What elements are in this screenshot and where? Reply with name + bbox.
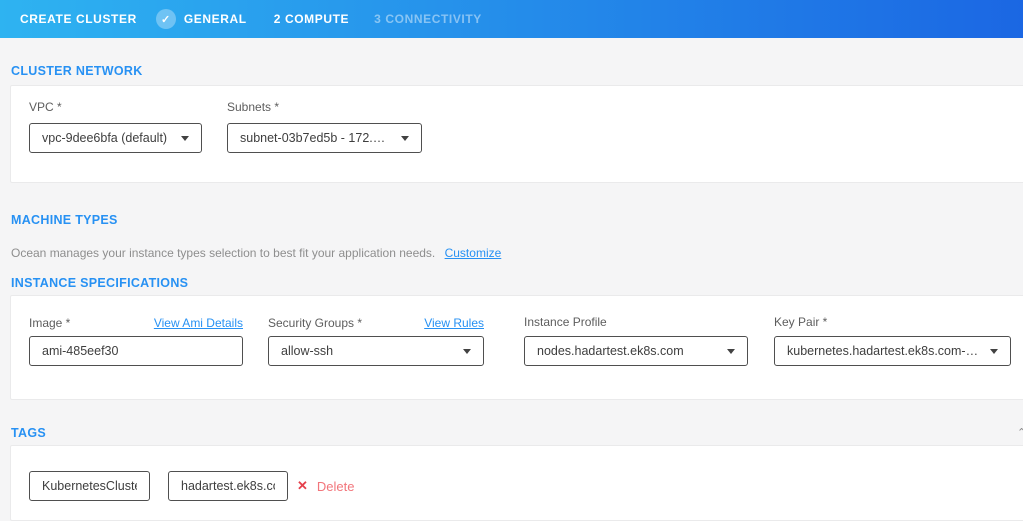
key-pair-label: Key Pair * bbox=[774, 316, 827, 328]
tab-general-label: GENERAL bbox=[184, 12, 247, 26]
instance-profile-select-value: nodes.hadartest.ek8s.com bbox=[537, 344, 684, 358]
view-rules-link[interactable]: View Rules bbox=[424, 316, 484, 330]
tag-value-input[interactable] bbox=[168, 471, 288, 501]
subnets-select-value: subnet-03b7ed5b - 172.31.0.0/20 ... bbox=[240, 131, 391, 145]
tags-panel: ✕ Delete bbox=[10, 445, 1023, 521]
delete-tag-button[interactable]: ✕ Delete bbox=[297, 478, 354, 494]
chevron-down-icon bbox=[990, 349, 998, 354]
cluster-network-heading: CLUSTER NETWORK bbox=[0, 65, 1023, 78]
subnets-label: Subnets * bbox=[227, 101, 422, 113]
customize-link[interactable]: Customize bbox=[445, 246, 502, 260]
tab-compute[interactable]: 2 COMPUTE bbox=[274, 12, 349, 26]
instance-profile-select[interactable]: nodes.hadartest.ek8s.com bbox=[524, 336, 748, 366]
tags-title-row: TAGS ⌃ bbox=[0, 427, 1023, 440]
check-glyph: ✓ bbox=[161, 13, 171, 26]
image-label: Image * bbox=[29, 317, 70, 329]
tab-general[interactable]: ✓ GENERAL bbox=[156, 9, 247, 29]
machine-types-description: Ocean manages your instance types select… bbox=[11, 246, 435, 260]
instance-profile-label: Instance Profile bbox=[524, 316, 607, 328]
tab-connectivity-label: 3 CONNECTIVITY bbox=[374, 12, 482, 26]
vpc-label: VPC * bbox=[29, 101, 202, 113]
chevron-down-icon bbox=[463, 349, 471, 354]
tab-compute-label: 2 COMPUTE bbox=[274, 12, 349, 26]
view-ami-details-link[interactable]: View Ami Details bbox=[154, 316, 243, 330]
security-groups-label: Security Groups * bbox=[268, 317, 362, 329]
vpc-select-value: vpc-9dee6bfa (default) bbox=[42, 131, 167, 145]
chevron-down-icon bbox=[401, 136, 409, 141]
tag-row: ✕ Delete bbox=[29, 471, 1023, 501]
delete-x-icon: ✕ bbox=[297, 478, 308, 494]
image-input[interactable] bbox=[29, 336, 243, 366]
wizard-header: CREATE CLUSTER ✓ GENERAL 2 COMPUTE 3 CON… bbox=[0, 0, 1023, 38]
collapse-chevron-icon[interactable]: ⌃ bbox=[1017, 428, 1023, 439]
cluster-network-panel: VPC * vpc-9dee6bfa (default) Subnets * s… bbox=[10, 85, 1023, 183]
key-pair-select-value: kubernetes.hadartest.ek8s.com-39:84:a5:9… bbox=[787, 344, 980, 358]
security-groups-select[interactable]: allow-ssh bbox=[268, 336, 484, 366]
tab-connectivity[interactable]: 3 CONNECTIVITY bbox=[374, 12, 482, 26]
chevron-down-icon bbox=[181, 136, 189, 141]
instance-specifications-heading: INSTANCE SPECIFICATIONS bbox=[0, 277, 1023, 290]
tag-key-input[interactable] bbox=[29, 471, 150, 501]
tags-heading: TAGS bbox=[0, 427, 1023, 440]
check-icon: ✓ bbox=[156, 9, 176, 29]
key-pair-select[interactable]: kubernetes.hadartest.ek8s.com-39:84:a5:9… bbox=[774, 336, 1011, 366]
subnets-select[interactable]: subnet-03b7ed5b - 172.31.0.0/20 ... bbox=[227, 123, 422, 153]
chevron-down-icon bbox=[727, 349, 735, 354]
vpc-select[interactable]: vpc-9dee6bfa (default) bbox=[29, 123, 202, 153]
machine-types-description-row: Ocean manages your instance types select… bbox=[0, 246, 1023, 260]
machine-types-heading: MACHINE TYPES bbox=[0, 214, 1023, 227]
security-groups-select-value: allow-ssh bbox=[281, 344, 333, 358]
instance-specifications-panel: Image * View Ami Details Security Groups… bbox=[10, 295, 1023, 400]
wizard-title: CREATE CLUSTER bbox=[20, 12, 137, 26]
delete-tag-label: Delete bbox=[317, 479, 355, 494]
